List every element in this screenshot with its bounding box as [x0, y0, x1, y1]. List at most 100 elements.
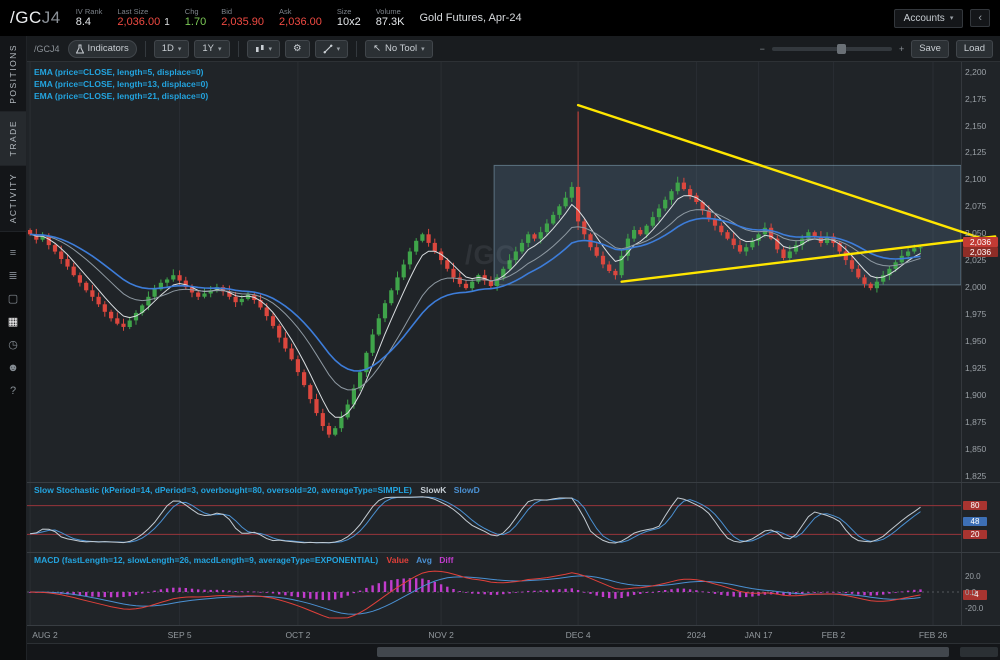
price-tick-label: 2,100	[965, 174, 987, 185]
macd-axis-label: 0.0	[965, 588, 977, 597]
sidebar-tab-activity[interactable]: ACTIVITY	[0, 166, 26, 232]
trendline-tool-icon	[323, 44, 332, 53]
top-quote-bar: /GCJ4 IV Rank 8.4 Last Size 2,036.00 1 Ch…	[0, 0, 1000, 36]
zoom-slider-thumb[interactable]	[836, 43, 846, 54]
price-tick-label: 2,200	[965, 66, 987, 77]
collapse-icon: ‹	[978, 12, 982, 24]
price-chart-canvas[interactable]	[27, 62, 1000, 482]
time-axis-label: AUG 2	[32, 630, 58, 640]
time-axis-label: FEB 26	[918, 630, 948, 640]
stochastic-header: Slow Stochastic (kPeriod=14, dPeriod=3, …	[34, 485, 480, 495]
macd-axis-label: 20.0	[965, 571, 981, 581]
time-axis[interactable]: AUG 2 SEP 5 OCT 2 NOV 2 DEC 4 2024 JAN 17 FEB 2…	[27, 625, 1000, 643]
help-icon[interactable]: ?	[3, 384, 23, 399]
overbought-badge: 80	[963, 501, 987, 511]
time-axis-label: SEP 5	[167, 630, 192, 640]
last-size-field: Last Size 2,036.00 1	[117, 6, 170, 28]
grid-icon[interactable]: ▦	[3, 315, 23, 330]
scrollbar-right-cap[interactable]	[960, 647, 998, 657]
price-tick-label: 2,000	[965, 282, 987, 292]
macd-axis-label: -20.0	[965, 604, 984, 614]
range-dropdown[interactable]: 1Y ▾	[194, 39, 230, 58]
last-price: 2,036.00	[117, 15, 161, 28]
flask-icon	[75, 44, 84, 53]
macd-histogram	[28, 578, 922, 601]
chevron-down-icon: ▾	[177, 45, 182, 53]
sidebar-tab-trade[interactable]: TRADE	[0, 112, 26, 166]
left-sidebar: POSITIONS TRADE ACTIVITY ≡ ≣ ▢ ▦ ◷ ☻ ?	[0, 36, 27, 660]
sidebar-tab-positions[interactable]: POSITIONS	[0, 36, 26, 112]
size-field: Size 10x2	[336, 6, 361, 28]
symbol-root: /GC	[10, 8, 42, 27]
ask-price-badge: 2,036	[963, 237, 998, 248]
slowk-label: SlowK	[420, 485, 447, 495]
drawings-dropdown[interactable]: ▾	[314, 39, 349, 58]
chart-widget: /GCJ4 Indicators 1D ▾ 1Y ▾ ▾ ⚙ ▾ ↖ No To…	[27, 36, 1000, 660]
slowd-label: SlowD	[453, 485, 480, 495]
last-size: 1	[164, 16, 170, 28]
time-axis-label: DEC 4	[565, 630, 591, 640]
candlestick-icon	[255, 44, 264, 52]
bid-price-badge: 2,036	[963, 247, 998, 258]
chevron-down-icon: ▾	[218, 45, 222, 53]
indicators-button[interactable]: Indicators	[67, 39, 137, 58]
main-chart-panel[interactable]: /GC EMA (price=CLOSE, length=5, displace…	[27, 62, 1000, 482]
macd-value-label: Value	[386, 555, 409, 565]
chart-settings-button[interactable]: ⚙	[285, 39, 310, 58]
chart-toolbar: /GCJ4 Indicators 1D ▾ 1Y ▾ ▾ ⚙ ▾ ↖ No To…	[27, 36, 1000, 62]
chevron-down-icon: ▾	[949, 15, 954, 22]
price-tick-label: 1,975	[965, 308, 987, 319]
price-tick-label: 2,175	[965, 93, 987, 104]
chevron-down-icon: ▾	[421, 45, 425, 53]
iv-rank-field: IV Rank 8.4	[75, 6, 103, 28]
quotes-icon[interactable]: ≣	[3, 269, 23, 284]
price-tick-label: 1,875	[965, 416, 987, 427]
time-axis-label: JAN 17	[744, 630, 773, 640]
trading-platform-window: /GCJ4 IV Rank 8.4 Last Size 2,036.00 1 Ch…	[0, 0, 1000, 660]
price-tick-label: 1,900	[965, 389, 987, 400]
zoom-in-icon[interactable]: +	[899, 44, 904, 54]
macd-diff-label: Diff	[439, 555, 454, 565]
price-tick-label: 2,075	[965, 201, 987, 212]
time-axis-label: FEB 2	[821, 630, 846, 640]
macd-header: MACD (fastLength=12, slowLength=26, macd…	[34, 555, 454, 565]
collapse-panel-button[interactable]: ‹	[970, 9, 990, 27]
clock-icon[interactable]: ◷	[3, 338, 23, 353]
load-button[interactable]: Load	[955, 39, 993, 58]
price-tick-label: 1,850	[965, 443, 987, 454]
macd-panel[interactable]: MACD (fastLength=12, slowLength=26, macd…	[27, 552, 1000, 625]
active-tool-dropdown[interactable]: ↖ No Tool ▾	[365, 39, 433, 58]
box-icon[interactable]: ▢	[3, 292, 23, 307]
price-axis[interactable]: 2,200 2,175 2,150 2,125 2,100 2,075 2,050 2,025…	[961, 62, 1000, 482]
stochastic-panel[interactable]: Slow Stochastic (kPeriod=14, dPeriod=3, …	[27, 482, 1000, 552]
chart-style-dropdown[interactable]: ▾	[246, 39, 281, 58]
instrument-description: Gold Futures, Apr-24	[419, 12, 522, 24]
gear-icon: ⚙	[293, 43, 302, 54]
price-tick-label: 1,825	[965, 470, 987, 481]
save-button[interactable]: Save	[911, 39, 949, 58]
price-tick-label: 2,125	[965, 147, 987, 158]
time-axis-label: OCT 2	[285, 630, 311, 640]
price-tick-label: 1,925	[965, 362, 987, 373]
chevron-down-icon: ▾	[268, 45, 273, 53]
price-tick-label: 2,150	[965, 120, 987, 131]
timeframe-dropdown[interactable]: 1D ▾	[153, 39, 190, 58]
watchlist-icon[interactable]: ≡	[3, 246, 23, 261]
change-field: Chg 1.70	[184, 6, 207, 28]
scrollbar-thumb[interactable]	[377, 647, 949, 657]
chevron-down-icon: ▾	[336, 45, 341, 53]
zoom-out-icon[interactable]: −	[760, 44, 765, 54]
time-axis-label: 2024	[686, 630, 706, 640]
symbol-title: /GCJ4	[10, 8, 61, 28]
slowk-line	[30, 496, 921, 544]
chart-scrollbar[interactable]	[27, 643, 1000, 660]
selection-box[interactable]	[493, 164, 962, 286]
stoch-value-badge: 48	[963, 516, 987, 526]
zoom-slider[interactable]	[771, 43, 892, 54]
symbol-contract: J4	[41, 8, 61, 27]
cursor-icon: ↖	[373, 43, 382, 54]
bid-field: Bid 2,035.90	[221, 6, 265, 28]
price-tick-label: 1,950	[965, 335, 987, 346]
accounts-dropdown[interactable]: Accounts ▾	[893, 8, 964, 28]
users-icon[interactable]: ☻	[3, 361, 23, 376]
